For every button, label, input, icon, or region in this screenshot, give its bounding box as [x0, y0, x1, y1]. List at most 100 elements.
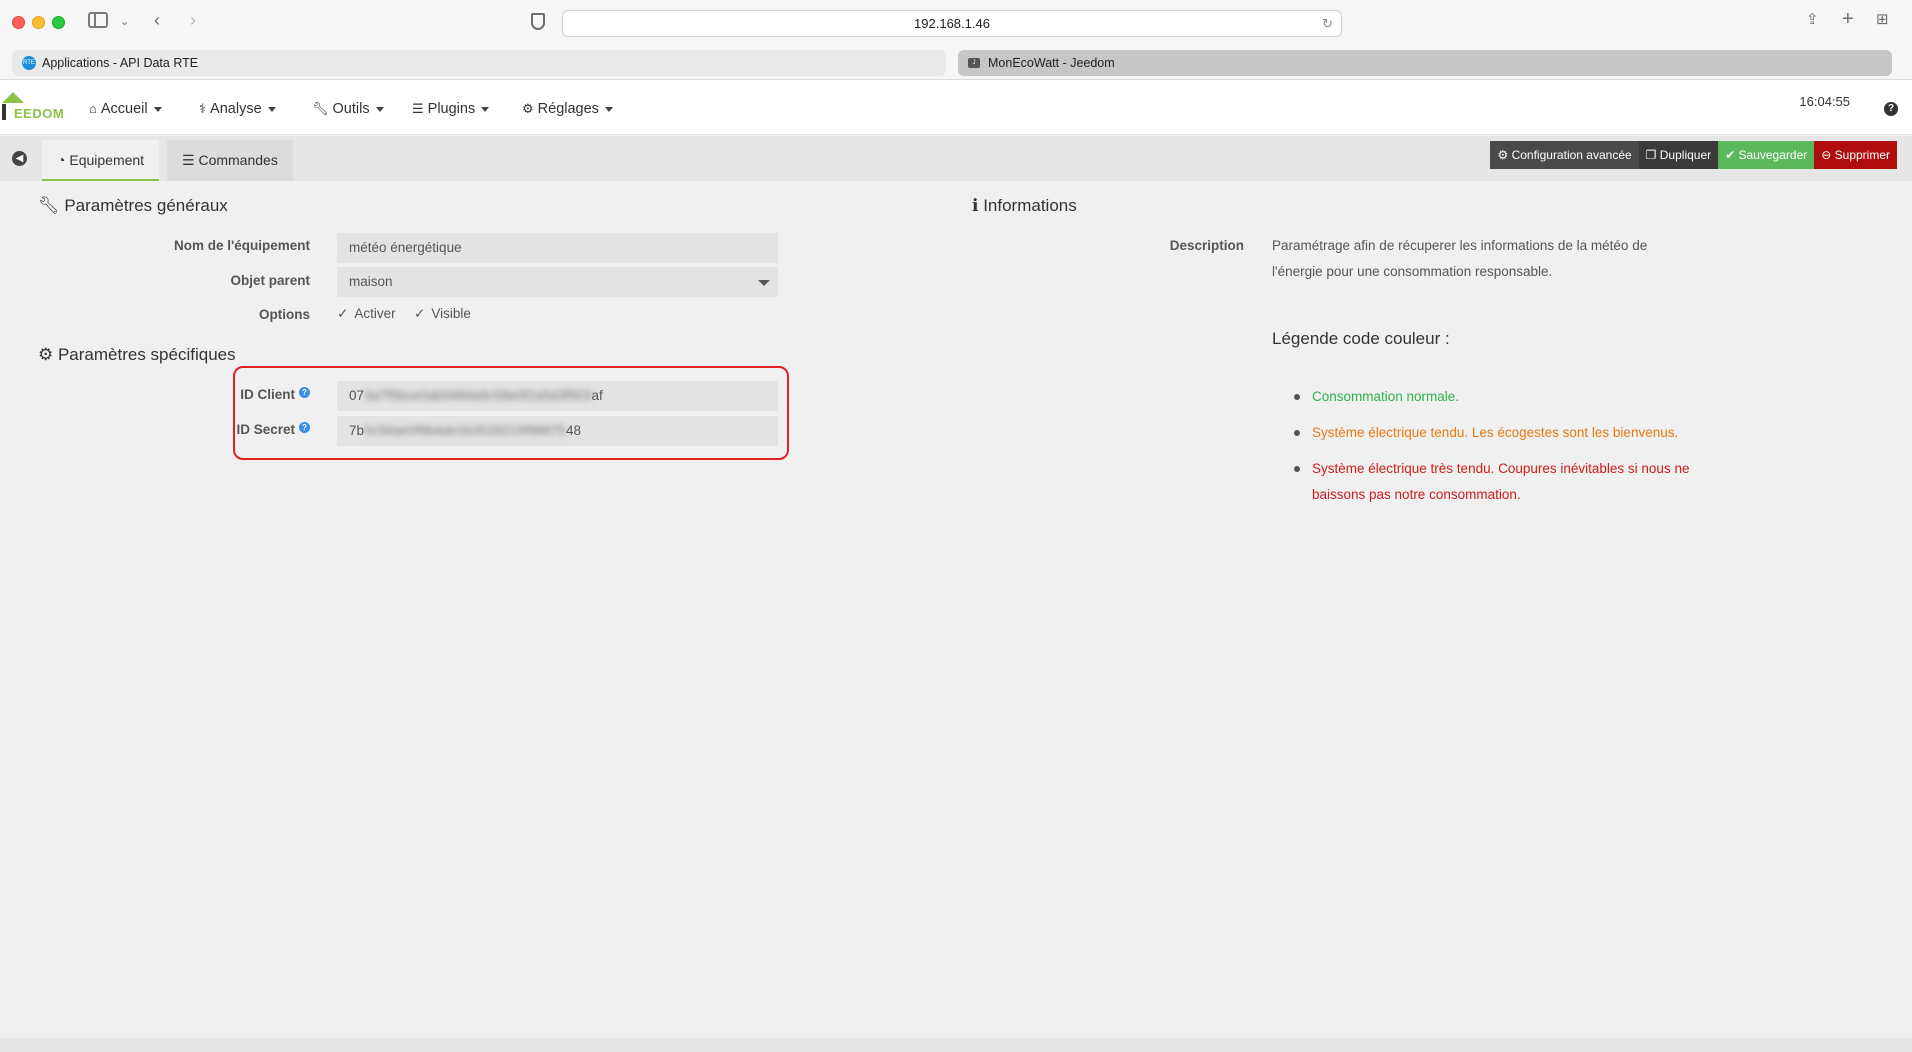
- redacted-blur: 3a7f5bce0ab9484a9c58e0f2a5d3f903: [364, 388, 592, 403]
- parent-object-select[interactable]: maison: [337, 267, 778, 297]
- caret-down-icon: [604, 106, 613, 112]
- field-value: météo énergétique: [349, 240, 462, 255]
- reload-icon[interactable]: ↻: [1322, 11, 1333, 36]
- client-secret-field[interactable]: 7b5c56ae0f9b4de1b3528219f9887548: [337, 416, 778, 446]
- bottom-strip: [0, 1038, 1912, 1052]
- caret-down-icon: [153, 106, 162, 112]
- window-minimize-button[interactable]: [32, 16, 45, 29]
- nav-analyse[interactable]: ⚕ Analyse: [199, 100, 276, 118]
- tab-label: Commandes: [198, 152, 278, 168]
- cog-icon: ⚙: [522, 101, 534, 116]
- clock: 16:04:55: [1799, 94, 1850, 109]
- url-text: 192.168.1.46: [914, 16, 990, 31]
- options-label: Options: [259, 307, 310, 322]
- duplicate-button[interactable]: ❐ Dupliquer: [1638, 141, 1719, 169]
- field-prefix: 07: [349, 388, 365, 403]
- equipment-toolbar: ◀ ◔ Equipement ☰ Commandes ⚙ Configurati…: [0, 136, 1912, 181]
- section-title-text: Paramètres généraux: [64, 196, 228, 215]
- logo-text: EEDOM: [14, 106, 65, 121]
- nav-label: Réglages: [537, 101, 599, 117]
- jeedom-navbar: EEDOM ⌂ Accueil ⚕ Analyse 🔧︎ Outils ☰ Plugin…: [0, 80, 1912, 135]
- nav-label: Accueil: [100, 101, 148, 117]
- info-icon: ℹ: [972, 196, 984, 215]
- section-title-text: Informations: [983, 196, 1077, 215]
- label-text: ID Client: [240, 387, 295, 402]
- button-label: Supprimer: [1834, 148, 1890, 162]
- checkbox-label: Visible: [431, 306, 471, 321]
- description-label: Description: [1169, 238, 1244, 253]
- description-text: Paramétrage afin de récuperer les inform…: [1272, 238, 1648, 279]
- legend-item: Système électrique tendu. Les écogestes …: [1294, 420, 1724, 446]
- nav-label: Outils: [332, 101, 370, 117]
- jeedom-favicon-icon: J: [968, 58, 980, 68]
- wrench-icon: 🔧︎: [312, 101, 329, 116]
- nav-label: Analyse: [210, 101, 262, 117]
- url-bar[interactable]: 192.168.1.46 ↻: [562, 10, 1342, 37]
- share-icon[interactable]: ⇪: [1806, 10, 1819, 30]
- caret-down-icon: [375, 106, 384, 112]
- advanced-config-button[interactable]: ⚙ Configuration avancée: [1490, 141, 1639, 169]
- visible-checkbox[interactable]: ✓ Visible: [414, 306, 471, 322]
- parent-object-label: Objet parent: [230, 273, 310, 288]
- help-icon[interactable]: ?: [1884, 102, 1898, 116]
- legend-item: Système électrique très tendu. Coupures …: [1294, 456, 1724, 508]
- select-value: maison: [349, 274, 393, 289]
- section-title-text: Paramètres spécifiques: [57, 345, 236, 364]
- field-prefix: 7b: [349, 423, 365, 438]
- nav-label: Plugins: [427, 101, 476, 117]
- tab-commandes[interactable]: ☰ Commandes: [167, 140, 293, 181]
- activate-checkbox[interactable]: ✓ Activer: [337, 306, 396, 322]
- client-secret-label: ID Secret?: [110, 422, 310, 437]
- tab-overview-icon[interactable]: ⊞: [1876, 10, 1889, 30]
- action-buttons: ⚙ Configuration avancée ❐ Dupliquer ✔ Sa…: [1490, 141, 1897, 169]
- minus-circle-icon: ⊖: [1821, 148, 1835, 162]
- legend-item: Consommation normale.: [1294, 384, 1724, 410]
- sidebar-toggle-icon[interactable]: [88, 12, 108, 28]
- field-suffix: 48: [565, 423, 582, 438]
- nav-reglages[interactable]: ⚙ Réglages: [522, 100, 613, 118]
- checkbox-label: Activer: [354, 306, 396, 321]
- window-close-button[interactable]: [12, 16, 25, 29]
- back-circle-icon[interactable]: ◀: [12, 151, 27, 166]
- wrench-icon: 🔧︎: [38, 196, 65, 215]
- checkmark-icon: ✓: [337, 306, 349, 321]
- caret-down-icon: [481, 106, 490, 112]
- nav-accueil[interactable]: ⌂ Accueil: [89, 100, 162, 118]
- chevron-down-icon[interactable]: ⌄: [120, 12, 129, 32]
- nav-plugins[interactable]: ☰ Plugins: [412, 100, 490, 118]
- forward-arrow-icon[interactable]: ›: [190, 10, 196, 30]
- window-maximize-button[interactable]: [52, 16, 65, 29]
- delete-button[interactable]: ⊖ Supprimer: [1814, 141, 1897, 169]
- save-button[interactable]: ✔ Sauvegarder: [1718, 141, 1815, 169]
- client-id-label: ID Client?: [110, 387, 310, 402]
- label-text: ID Secret: [236, 422, 295, 437]
- browser-tabbar: RTE Applications - API Data RTE J MonEco…: [0, 46, 1912, 80]
- browser-tab-label: Applications - API Data RTE: [42, 56, 199, 70]
- question-circle-icon[interactable]: ?: [299, 422, 310, 433]
- tachometer-icon: ◔: [57, 152, 70, 168]
- field-suffix: af: [591, 388, 603, 403]
- client-id-field[interactable]: 073a7f5bce0ab9484a9c58e0f2a5d3f903af: [337, 381, 778, 411]
- equipment-name-field[interactable]: météo énergétique: [337, 233, 778, 263]
- button-label: Dupliquer: [1659, 148, 1712, 162]
- tab-equipement[interactable]: ◔ Equipement: [42, 140, 160, 181]
- button-label: Sauvegarder: [1738, 148, 1808, 162]
- redacted-blur: 5c56ae0f9b4de1b3528219f98875: [364, 423, 566, 438]
- tasks-icon: ☰: [412, 101, 424, 116]
- caret-down-icon: [267, 106, 276, 112]
- browser-tab-jeedom[interactable]: J MonEcoWatt - Jeedom: [958, 50, 1892, 76]
- cogs-icon: ⚙: [38, 345, 58, 364]
- nav-outils[interactable]: 🔧︎ Outils: [312, 100, 384, 118]
- browser-tab-rte[interactable]: RTE Applications - API Data RTE: [12, 50, 946, 76]
- new-tab-icon[interactable]: +: [1842, 9, 1854, 29]
- back-arrow-icon[interactable]: ‹: [154, 10, 160, 30]
- list-icon: ☰: [182, 152, 199, 168]
- house-logo-icon: [2, 92, 24, 103]
- stethoscope-icon: ⚕: [199, 101, 207, 116]
- privacy-shield-icon[interactable]: [531, 13, 545, 30]
- check-circle-icon: ✔: [1725, 148, 1739, 162]
- chevron-down-icon: [758, 280, 770, 286]
- question-circle-icon[interactable]: ?: [299, 387, 310, 398]
- jeedom-logo[interactable]: EEDOM: [2, 92, 68, 122]
- button-label: Configuration avancée: [1511, 148, 1632, 162]
